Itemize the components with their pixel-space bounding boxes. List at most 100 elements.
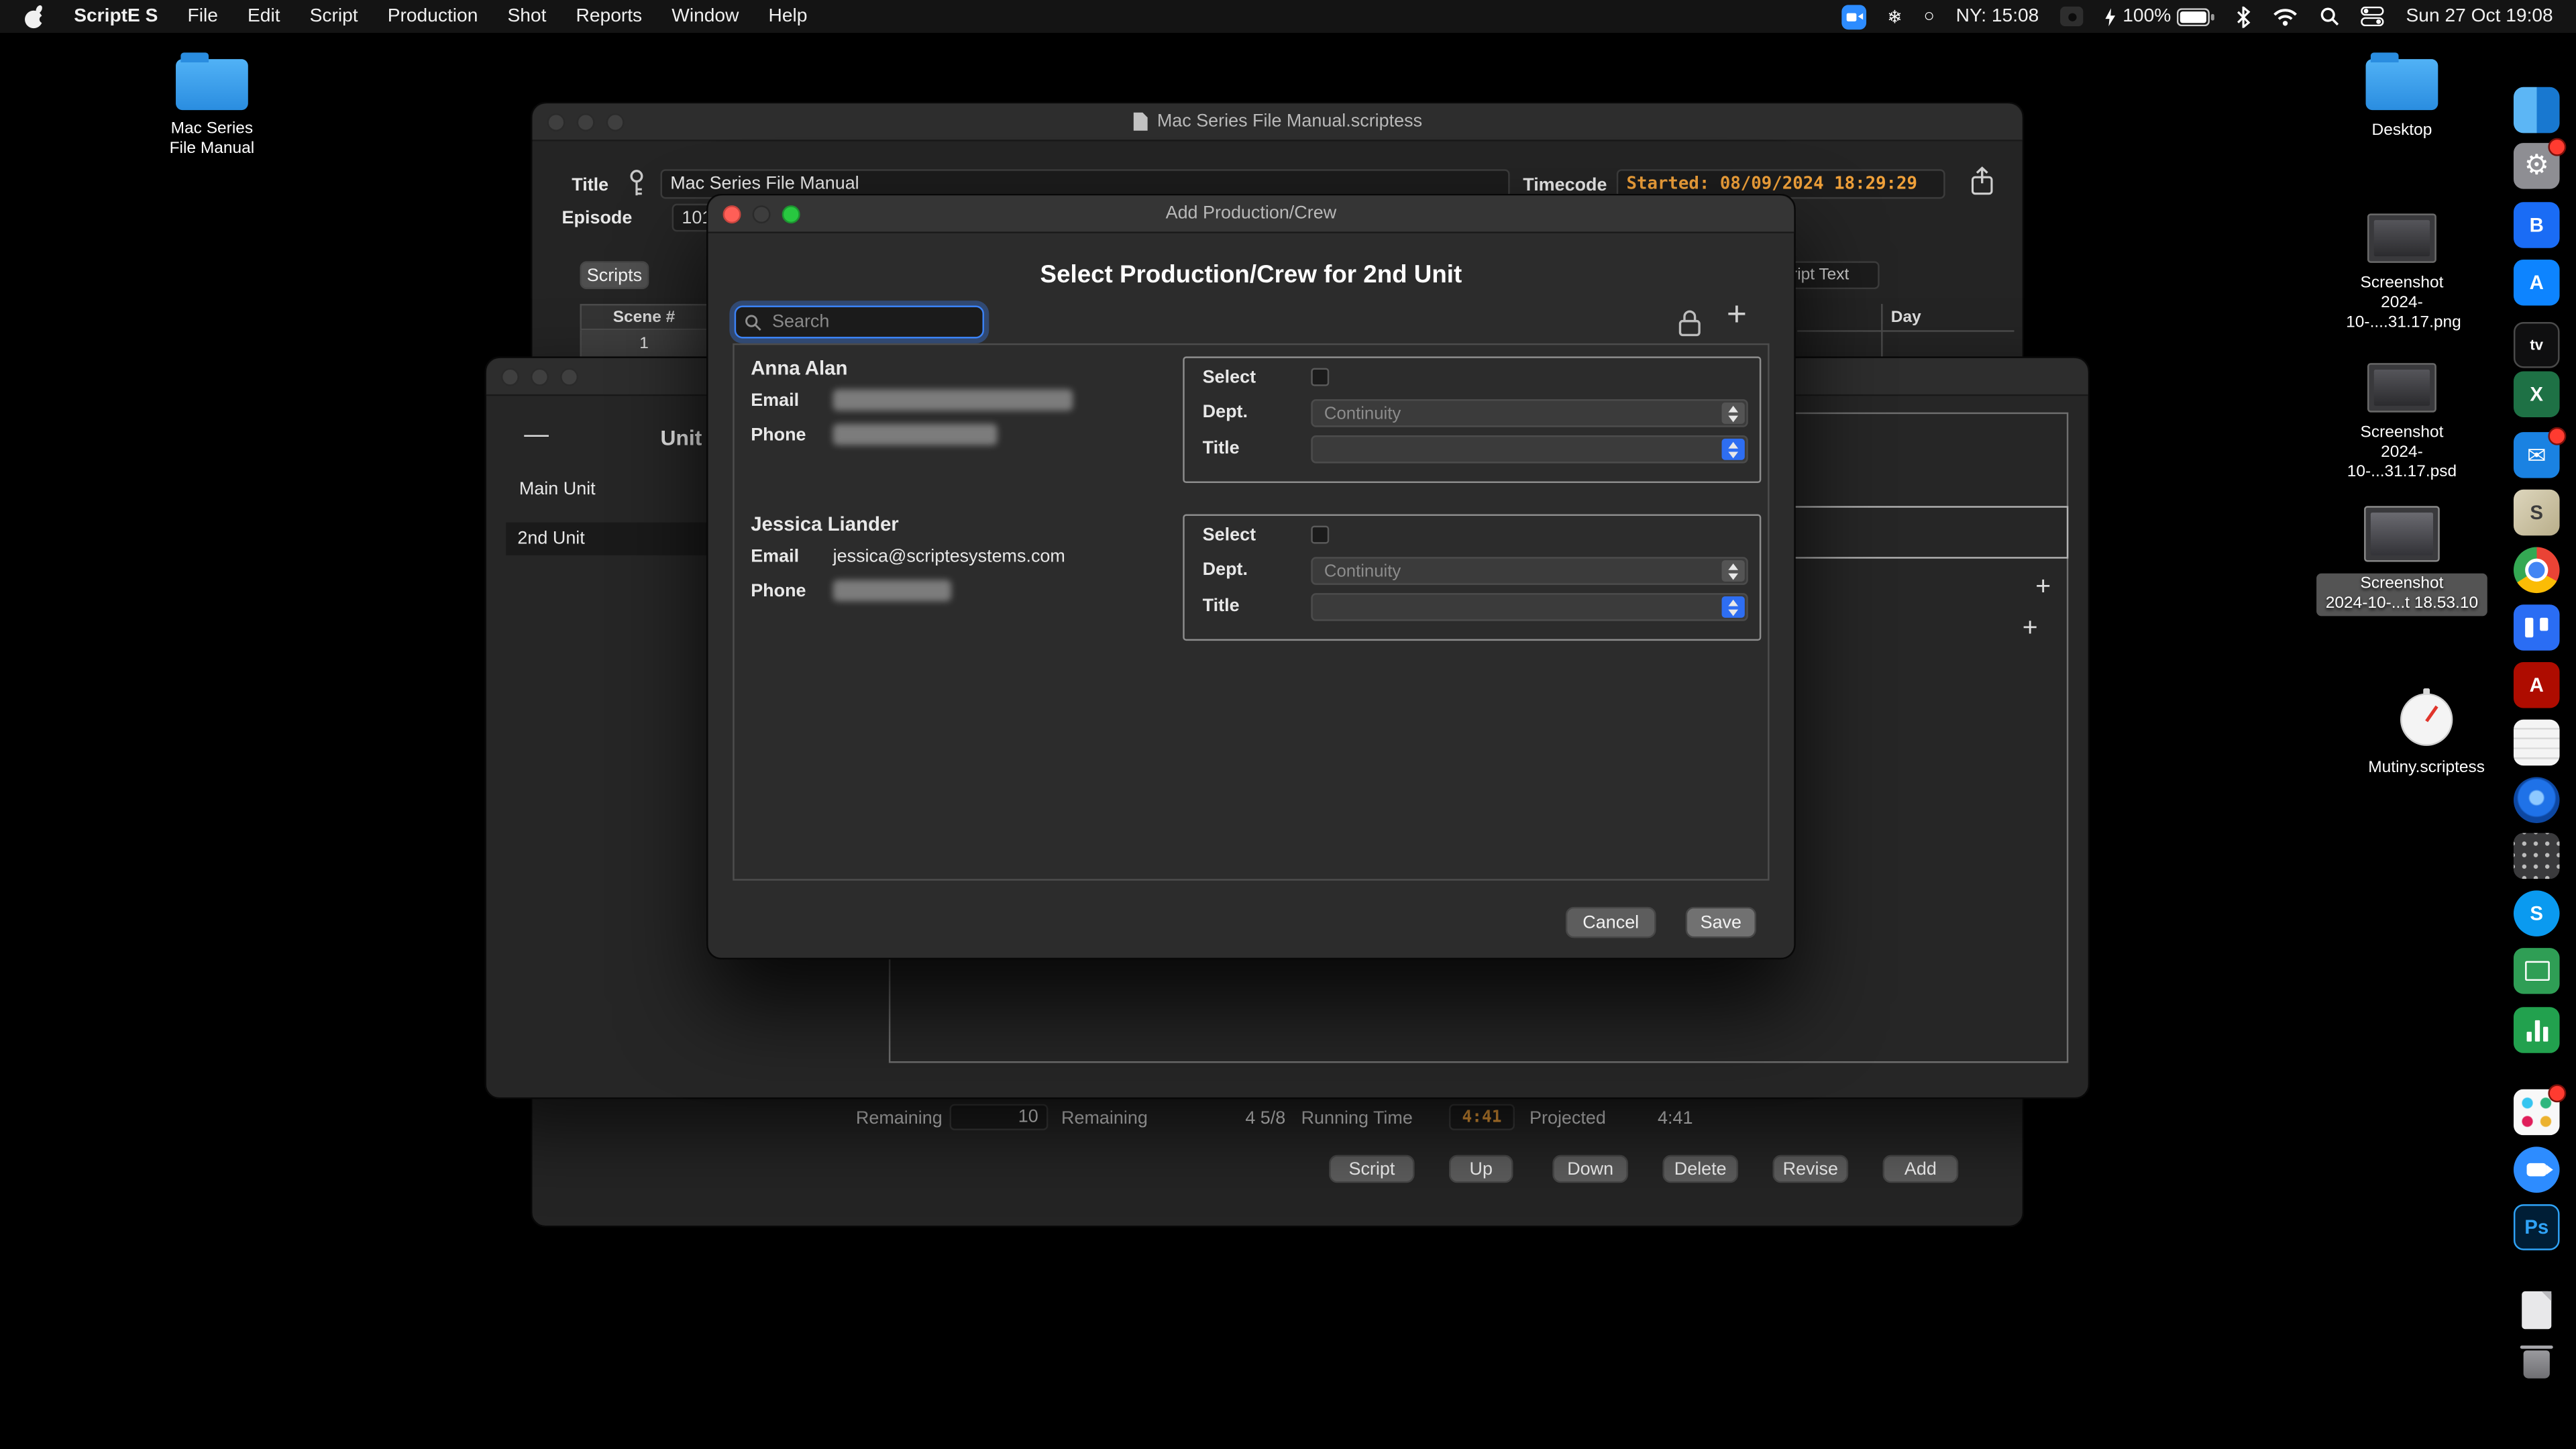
- dock-zoom-icon[interactable]: [2514, 1146, 2560, 1193]
- dock-bluetooth-icon[interactable]: B: [2514, 202, 2560, 248]
- dock-file-icon[interactable]: [2514, 1287, 2560, 1333]
- add-contact-button[interactable]: +: [1727, 296, 1747, 335]
- menubar-datetime[interactable]: Sun 27 Oct 19:08: [2406, 7, 2553, 26]
- menu-app-name[interactable]: ScriptE S: [74, 7, 158, 26]
- select-checkbox[interactable]: [1311, 526, 1329, 544]
- minimize-button[interactable]: [531, 367, 549, 385]
- menu-shot[interactable]: Shot: [507, 7, 546, 26]
- dept-dropdown[interactable]: Continuity: [1311, 557, 1748, 585]
- menu-help[interactable]: Help: [769, 7, 808, 26]
- close-button[interactable]: [723, 205, 741, 223]
- desktop-icon-screenshot-png[interactable]: Screenshot 2024-10-....31.17.png: [2346, 213, 2458, 333]
- menu-edit[interactable]: Edit: [248, 7, 280, 26]
- save-button[interactable]: Save: [1686, 907, 1756, 938]
- lock-icon[interactable]: [1677, 309, 1702, 345]
- dock-skype-icon[interactable]: S: [2514, 890, 2560, 936]
- collapse-button[interactable]: —: [524, 421, 549, 449]
- running-time-field[interactable]: 4:41: [1449, 1104, 1515, 1130]
- close-button[interactable]: [501, 367, 519, 385]
- snowflake-icon[interactable]: [1887, 6, 1902, 28]
- dialog-titlebar[interactable]: Add Production/Crew: [708, 195, 1794, 233]
- dock-trash-icon[interactable]: [2514, 1340, 2560, 1387]
- dock-photo-booth-icon[interactable]: [2514, 777, 2560, 823]
- down-button[interactable]: Down: [1552, 1155, 1628, 1183]
- dock-slack-icon[interactable]: [2514, 1089, 2560, 1136]
- add-row-button[interactable]: +: [2035, 574, 2051, 603]
- spotlight-search-icon[interactable]: [2320, 7, 2340, 26]
- remaining1-field[interactable]: 10: [950, 1104, 1049, 1130]
- revise-button[interactable]: Revise: [1772, 1155, 1848, 1183]
- title-dropdown[interactable]: [1311, 435, 1748, 464]
- screen-recorder-icon[interactable]: [2060, 7, 2083, 26]
- share-icon[interactable]: [1968, 166, 1996, 205]
- dock-system-settings-icon[interactable]: [2514, 143, 2560, 189]
- dock-notes-icon[interactable]: [2514, 720, 2560, 766]
- apple-logo-icon[interactable]: [23, 4, 44, 29]
- add-item-button[interactable]: +: [2023, 614, 2038, 644]
- folder-icon: [176, 59, 248, 110]
- desktop-icon-screenshot-selected[interactable]: Screenshot 2024-10-...t 18.53.10: [2316, 506, 2487, 616]
- minimize-button[interactable]: [577, 113, 595, 131]
- search-input[interactable]: [769, 311, 973, 333]
- dock-green-app-icon[interactable]: [2514, 948, 2560, 994]
- scene-column-header[interactable]: Scene #: [580, 304, 708, 330]
- dock-chrome-icon[interactable]: [2514, 547, 2560, 594]
- day-column-header[interactable]: Day: [1891, 309, 1921, 327]
- main-window-titlebar[interactable]: Mac Series File Manual.scriptess: [532, 103, 2022, 141]
- minimize-button[interactable]: [753, 205, 771, 223]
- menu-window[interactable]: Window: [672, 7, 739, 26]
- key-icon[interactable]: [628, 169, 646, 205]
- unit-list-item-main-unit[interactable]: Main Unit: [519, 480, 596, 499]
- menu-production[interactable]: Production: [388, 7, 478, 26]
- ny-time[interactable]: NY: 15:08: [1956, 7, 2039, 26]
- menu-file[interactable]: File: [188, 7, 218, 26]
- email-value: jessica@scriptesystems.com: [833, 547, 1065, 567]
- dock-trello-icon[interactable]: [2514, 604, 2560, 651]
- desktop-icon-screenshot-psd[interactable]: Screenshot 2024-10-...31.17.psd: [2346, 363, 2458, 483]
- running-time-value: 4:41: [1462, 1108, 1501, 1126]
- circle-status-icon[interactable]: [1924, 7, 1935, 26]
- battery-indicator[interactable]: 100%: [2104, 7, 2215, 26]
- remaining2-label: Remaining: [1061, 1109, 1148, 1128]
- menu-script[interactable]: Script: [310, 7, 358, 26]
- unit-list-item-2nd-unit[interactable]: 2nd Unit: [517, 529, 584, 549]
- menu-reports[interactable]: Reports: [576, 7, 643, 26]
- zoom-button[interactable]: [560, 367, 578, 385]
- dock-finder-icon[interactable]: [2514, 87, 2560, 133]
- select-checkbox[interactable]: [1311, 368, 1329, 386]
- dock-photoshop-icon[interactable]: Ps: [2514, 1204, 2560, 1250]
- zoom-button[interactable]: [782, 205, 800, 223]
- dock-excel-icon[interactable]: X: [2514, 371, 2560, 417]
- cancel-button[interactable]: Cancel: [1566, 907, 1656, 938]
- search-field[interactable]: [735, 306, 984, 339]
- desktop-icon-manual-folder[interactable]: Mac Series File Manual: [158, 59, 266, 159]
- dock-apple-tv-icon[interactable]: tv: [2514, 322, 2560, 368]
- dock-scripte-app-icon[interactable]: S: [2514, 490, 2560, 536]
- desktop-icon-desktop-folder[interactable]: Desktop: [2346, 59, 2458, 141]
- search-icon: [744, 313, 762, 331]
- select-label: Select: [1203, 526, 1256, 545]
- wifi-icon[interactable]: [2273, 7, 2299, 25]
- folder-icon: [2366, 59, 2438, 110]
- close-button[interactable]: [547, 113, 566, 131]
- dock-mail-icon[interactable]: [2514, 432, 2560, 478]
- dept-dropdown[interactable]: Continuity: [1311, 399, 1748, 427]
- script-button[interactable]: Script: [1329, 1155, 1414, 1183]
- up-button[interactable]: Up: [1449, 1155, 1513, 1183]
- dock-numbers-icon[interactable]: [2514, 1007, 2560, 1053]
- dialog-title: Add Production/Crew: [1166, 204, 1337, 223]
- control-center-icon[interactable]: [2361, 7, 2384, 26]
- battery-icon: [2178, 7, 2215, 25]
- scene-row-1[interactable]: 1: [580, 330, 708, 358]
- dock-app-store-icon[interactable]: A: [2514, 260, 2560, 306]
- dock-calculator-icon[interactable]: [2514, 833, 2560, 879]
- add-button[interactable]: Add: [1883, 1155, 1959, 1183]
- dock-acrobat-icon[interactable]: A: [2514, 662, 2560, 708]
- title-dropdown[interactable]: [1311, 593, 1748, 621]
- desktop-icon-mutiny-file[interactable]: Mutiny.scriptess: [2341, 693, 2512, 778]
- zoom-menubar-icon[interactable]: [1841, 4, 1866, 29]
- delete-button[interactable]: Delete: [1662, 1155, 1738, 1183]
- zoom-button[interactable]: [606, 113, 625, 131]
- scripts-button[interactable]: Scripts: [580, 261, 649, 289]
- bluetooth-icon[interactable]: [2237, 6, 2251, 28]
